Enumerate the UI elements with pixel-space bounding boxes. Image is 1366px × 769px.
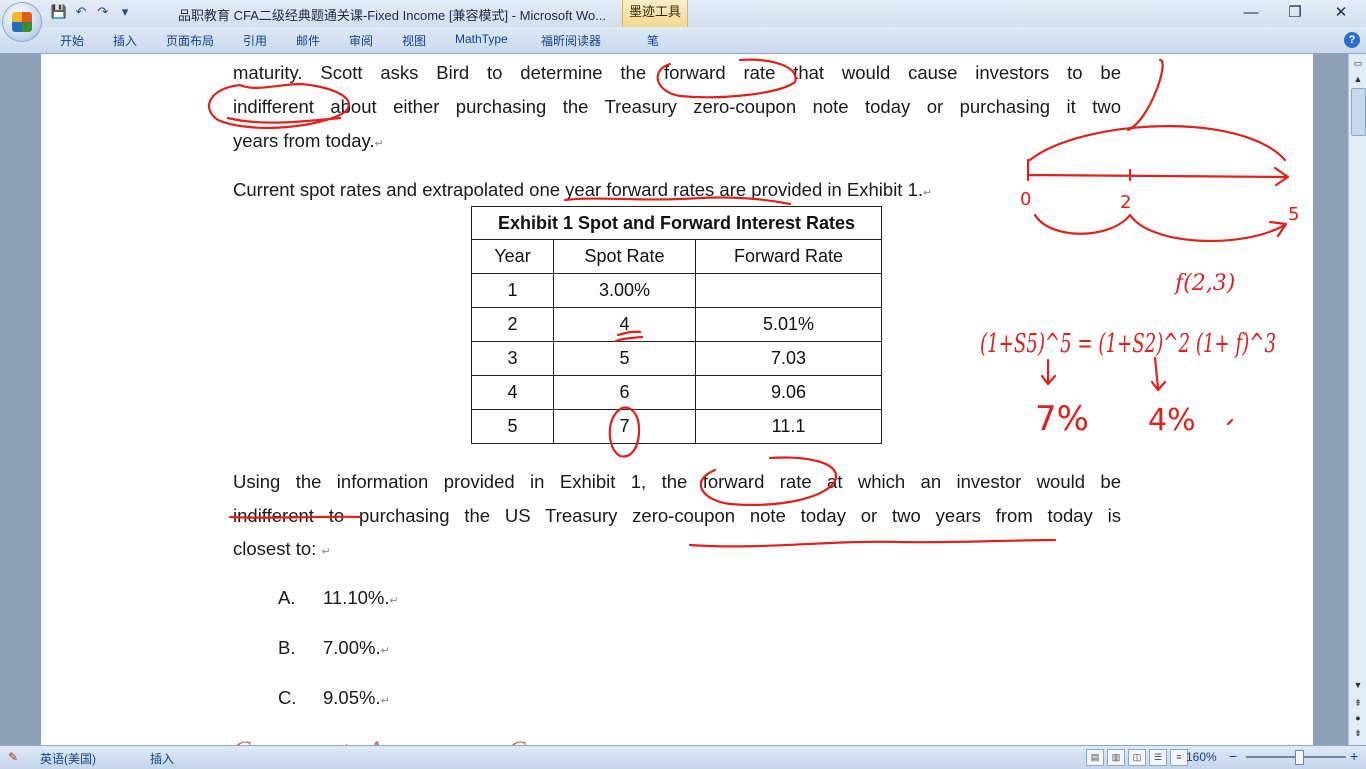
answer-letter: C. — [278, 687, 297, 708]
answer-text: 7.00%. — [323, 637, 381, 658]
answer-option: A. 11.10%.↵ — [278, 587, 399, 609]
table-cell: 1 — [471, 273, 554, 308]
tab-review[interactable]: 审阅 — [349, 32, 373, 49]
vertical-scrollbar[interactable]: ▭ ▲ ▼ ⇞ ● ⇟ — [1348, 54, 1366, 745]
table-row: 1 3.00% — [471, 273, 882, 308]
window-title: 品职教育 CFA二级经典题通关课-Fixed Income [兼容模式] - M… — [178, 8, 607, 23]
paragraph-mark-icon: ↵ — [380, 695, 390, 707]
save-icon[interactable]: 💾 — [50, 4, 68, 20]
table-cell: 5 — [553, 341, 696, 376]
zoom-in-button[interactable]: + — [1350, 748, 1358, 764]
undo-icon[interactable]: ↶ — [72, 4, 90, 20]
zoom-out-button[interactable]: − — [1229, 748, 1237, 764]
full-screen-reading-icon[interactable]: ▥ — [1107, 749, 1125, 766]
document-page[interactable]: maturity. Scott asks Bird to determine t… — [41, 54, 1313, 745]
table-cell: 7.03 — [695, 341, 882, 376]
next-page-icon[interactable]: ⇟ — [1351, 726, 1365, 740]
ruler-toggle-icon[interactable]: ▭ — [1351, 56, 1365, 70]
previous-page-icon[interactable]: ⇞ — [1351, 696, 1365, 710]
spelling-check-icon[interactable]: ✎ — [8, 750, 18, 764]
ribbon-tabs: 开始 插入 页面布局 引用 邮件 审阅 视图 MathType 福昕阅读器 笔 — [0, 27, 1366, 54]
tab-page-layout[interactable]: 页面布局 — [166, 32, 214, 49]
paragraph-line: indifferent about either purchasing the … — [233, 96, 1121, 117]
paragraph-line: maturity. Scott asks Bird to determine t… — [233, 62, 1121, 83]
table-row: 2 4 5.01% — [471, 307, 882, 342]
table-row: 4 6 9.06 — [471, 375, 882, 410]
tab-pen[interactable]: 笔 — [647, 32, 659, 49]
language-indicator[interactable]: 英语(美国) — [40, 750, 96, 767]
browse-object-icon[interactable]: ● — [1351, 711, 1365, 725]
insert-mode-indicator[interactable]: 插入 — [150, 750, 174, 767]
table-cell: 3 — [471, 341, 554, 376]
question-text: closest to: — [233, 538, 317, 559]
table-cell: 2 — [471, 307, 554, 342]
paragraph-mark-icon: ↵ — [923, 187, 933, 199]
cut-off-answer-text: Correct Answer: C — [233, 736, 531, 745]
table-cell: 9.06 — [695, 375, 882, 410]
table-row: 3 5 7.03 — [471, 341, 882, 376]
tab-view[interactable]: 视图 — [402, 32, 426, 49]
table-header-cell: Year — [471, 239, 554, 274]
answer-option: C. 9.05%.↵ — [278, 687, 390, 709]
exhibit-table: Exhibit 1 Spot and Forward Interest Rate… — [471, 206, 882, 444]
outline-view-icon[interactable]: ☰ — [1149, 749, 1167, 766]
paragraph-line: years from today.↵ — [233, 124, 1121, 161]
question-line: closest to: ↵ — [233, 532, 1121, 569]
table-cell: 6 — [553, 375, 696, 410]
table-header-cell: Forward Rate — [695, 239, 882, 274]
zoom-slider-thumb[interactable] — [1295, 750, 1304, 765]
close-button[interactable]: ✕ — [1318, 0, 1364, 27]
table-cell: 4 — [553, 307, 696, 342]
answer-letter: B. — [278, 637, 296, 658]
minimize-button[interactable]: — — [1228, 0, 1274, 27]
print-layout-icon[interactable]: ▤ — [1086, 749, 1104, 766]
scroll-thumb[interactable] — [1351, 88, 1366, 136]
table-caption: Exhibit 1 Spot and Forward Interest Rate… — [471, 206, 882, 240]
paragraph-text: years from today. — [233, 130, 375, 151]
scroll-up-icon[interactable]: ▲ — [1351, 72, 1365, 86]
table-cell: 7 — [553, 409, 696, 444]
office-button[interactable] — [3, 3, 41, 41]
tab-references[interactable]: 引用 — [243, 32, 267, 49]
answer-option: B. 7.00%.↵ — [278, 637, 390, 659]
help-icon[interactable]: ? — [1344, 32, 1360, 48]
zoom-level[interactable]: 160% — [1186, 750, 1217, 764]
table-cell: 11.1 — [695, 409, 882, 444]
question-line: indifferent to purchasing the US Treasur… — [233, 505, 1121, 526]
table-cell — [695, 273, 882, 308]
paragraph-mark-icon: ↵ — [374, 138, 384, 150]
view-buttons: ▤ ▥ ◫ ☰ ≡ — [1086, 749, 1188, 766]
redo-icon[interactable]: ↷ — [94, 4, 112, 20]
tab-insert[interactable]: 插入 — [113, 32, 137, 49]
office-logo-icon — [12, 12, 32, 32]
scroll-down-icon[interactable]: ▼ — [1351, 678, 1365, 692]
status-bar: ✎ 英语(美国) 插入 ▤ ▥ ◫ ☰ ≡ 160% − + — [0, 745, 1366, 769]
table-row: 5 7 11.1 — [471, 409, 882, 444]
title-bar: 💾 ↶ ↷ ▾ 品职教育 CFA二级经典题通关课-Fixed Income [兼… — [0, 0, 1366, 27]
table-header-cell: Spot Rate — [553, 239, 696, 274]
table-cell: 4 — [471, 375, 554, 410]
quick-access-toolbar: 💾 ↶ ↷ ▾ — [50, 4, 134, 20]
paragraph-mark-icon: ↵ — [321, 546, 331, 558]
document-area[interactable]: maturity. Scott asks Bird to determine t… — [0, 54, 1348, 745]
tab-home[interactable]: 开始 — [60, 32, 84, 49]
paragraph-mark-icon: ↵ — [389, 595, 399, 607]
paragraph-exhibit-intro: Current spot rates and extrapolated one … — [233, 173, 1121, 210]
answer-text: 9.05%. — [323, 687, 381, 708]
table-cell: 5.01% — [695, 307, 882, 342]
paragraph-mark-icon: ↵ — [380, 645, 390, 657]
table-cell: 5 — [471, 409, 554, 444]
tab-mathtype[interactable]: MathType — [455, 32, 508, 46]
restore-button[interactable]: ❐ — [1272, 0, 1318, 27]
paragraph-text: Current spot rates and extrapolated one … — [233, 179, 924, 200]
question-line: Using the information provided in Exhibi… — [233, 471, 1121, 492]
tab-foxit-reader[interactable]: 福昕阅读器 — [541, 32, 601, 49]
table-cell: 3.00% — [553, 273, 696, 308]
ink-tools-context-tab[interactable]: 墨迹工具 — [622, 0, 688, 27]
answer-text: 11.10%. — [323, 587, 390, 608]
customize-qat-icon[interactable]: ▾ — [116, 4, 134, 20]
tab-mailings[interactable]: 邮件 — [296, 32, 320, 49]
web-layout-icon[interactable]: ◫ — [1128, 749, 1146, 766]
answer-letter: A. — [278, 587, 296, 608]
